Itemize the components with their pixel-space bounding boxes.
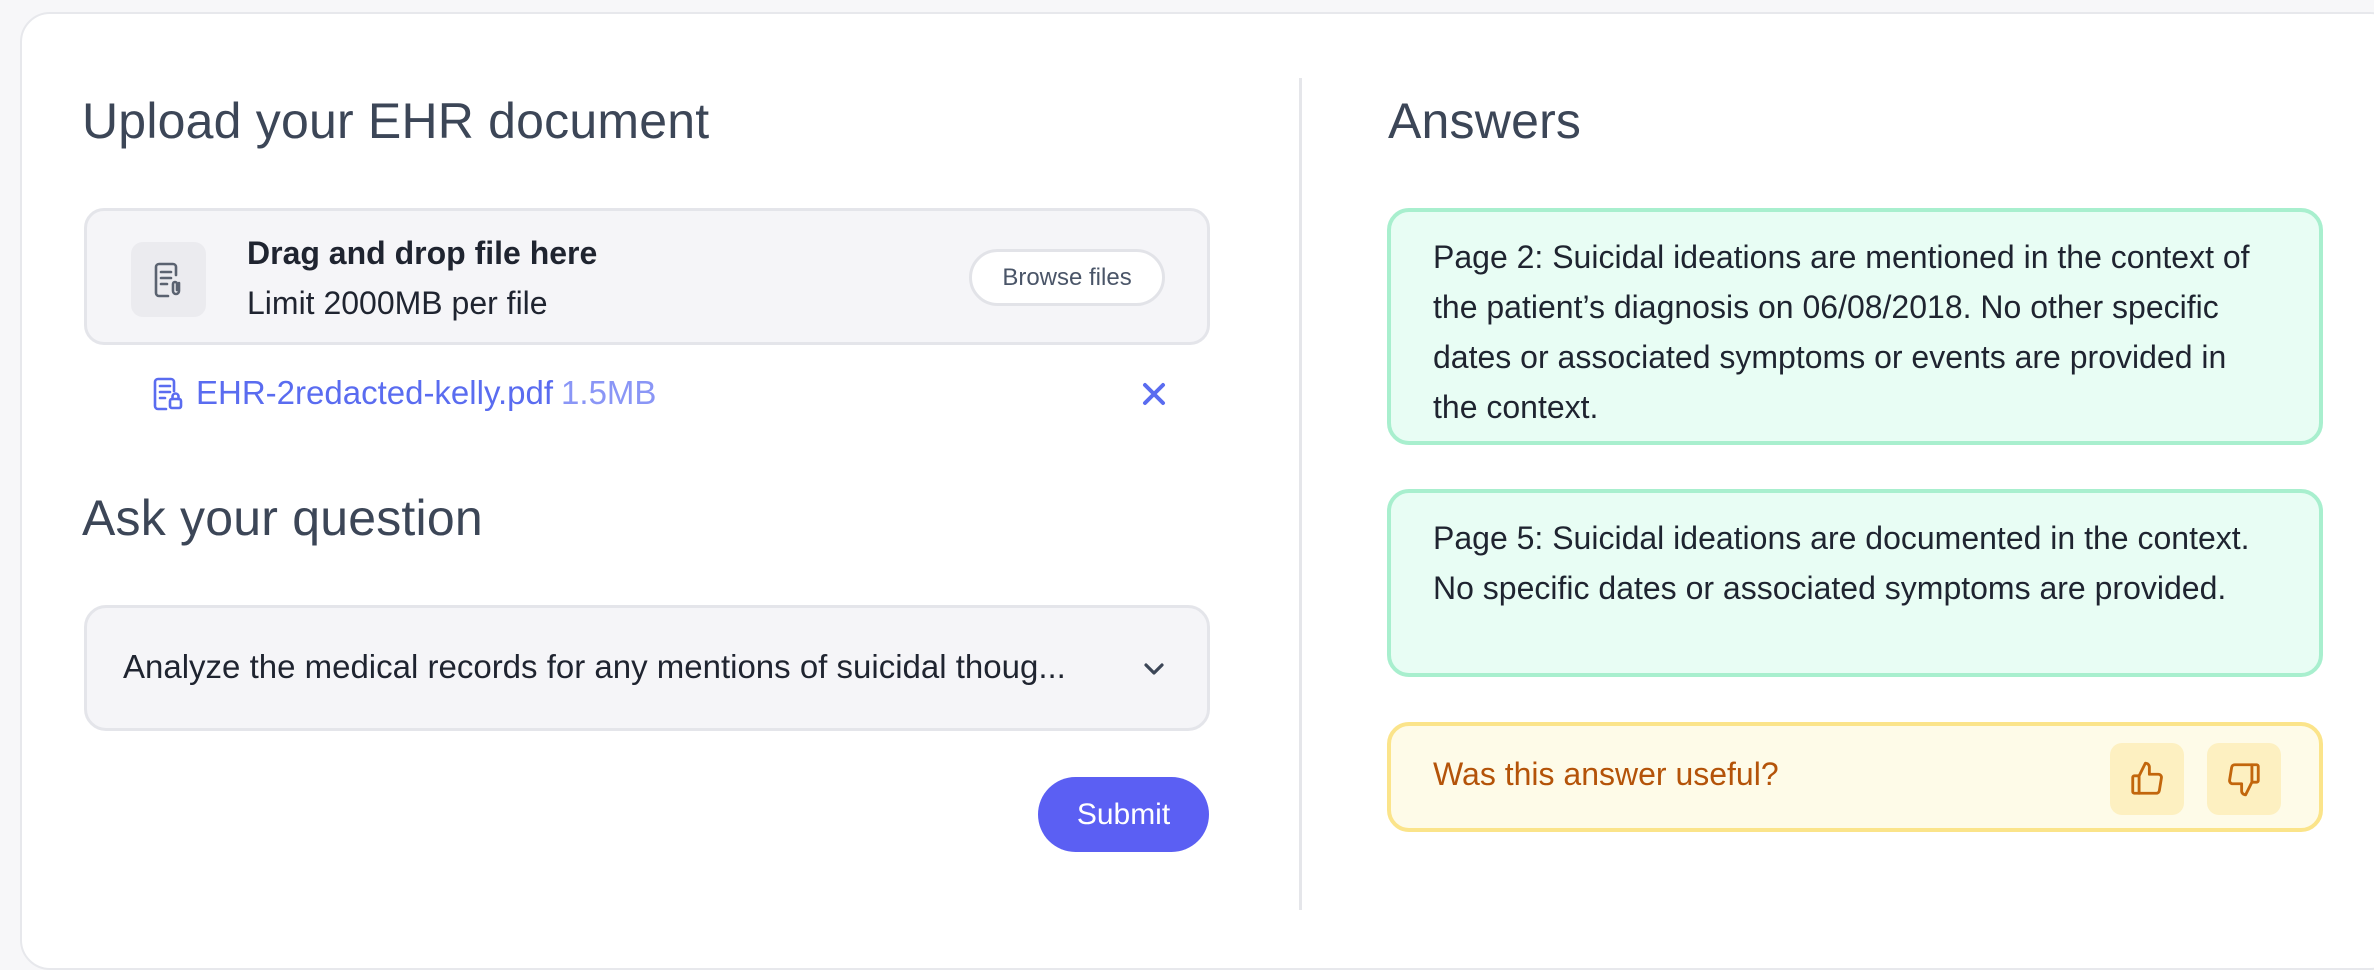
remove-file-button[interactable]: [1134, 374, 1174, 414]
upload-heading: Upload your EHR document: [82, 93, 710, 149]
column-divider: [1299, 78, 1302, 910]
answer-card: Page 2: Suicidal ideations are mentioned…: [1387, 208, 2323, 445]
feedback-prompt: Was this answer useful?: [1433, 756, 1779, 792]
uploaded-file-row: EHR-2redacted-kelly.pdf 1.5MB: [152, 370, 1167, 420]
file-name-text[interactable]: EHR-2redacted-kelly.pdf 1.5MB: [196, 374, 656, 412]
thumbs-down-button[interactable]: [2207, 743, 2281, 815]
answers-heading: Answers: [1388, 93, 1582, 149]
main-card: Upload your EHR document Drag and drop f…: [20, 12, 2374, 970]
submit-button[interactable]: Submit: [1038, 777, 1209, 852]
document-upload-icon: [131, 242, 206, 317]
browse-files-button[interactable]: Browse files: [969, 249, 1165, 306]
file-dropzone[interactable]: Drag and drop file here Limit 2000MB per…: [84, 208, 1210, 345]
thumbs-up-icon: [2131, 761, 2163, 795]
thumbs-up-button[interactable]: [2110, 743, 2184, 815]
dropzone-limit: Limit 2000MB per file: [247, 285, 548, 321]
question-select[interactable]: Analyze the medical records for any ment…: [84, 605, 1210, 731]
pdf-file-icon: [152, 376, 184, 417]
feedback-panel: Was this answer useful?: [1387, 722, 2323, 832]
question-selected-value: Analyze the medical records for any ment…: [123, 648, 1066, 685]
close-icon: [1143, 383, 1165, 405]
question-heading: Ask your question: [82, 490, 483, 546]
file-size: 1.5MB: [561, 374, 657, 411]
answer-card: Page 5: Suicidal ideations are documente…: [1387, 489, 2323, 677]
file-name: EHR-2redacted-kelly.pdf: [196, 374, 554, 411]
chevron-down-icon: [1139, 654, 1169, 684]
dropzone-title: Drag and drop file here: [247, 235, 598, 271]
thumbs-down-icon: [2228, 763, 2260, 797]
